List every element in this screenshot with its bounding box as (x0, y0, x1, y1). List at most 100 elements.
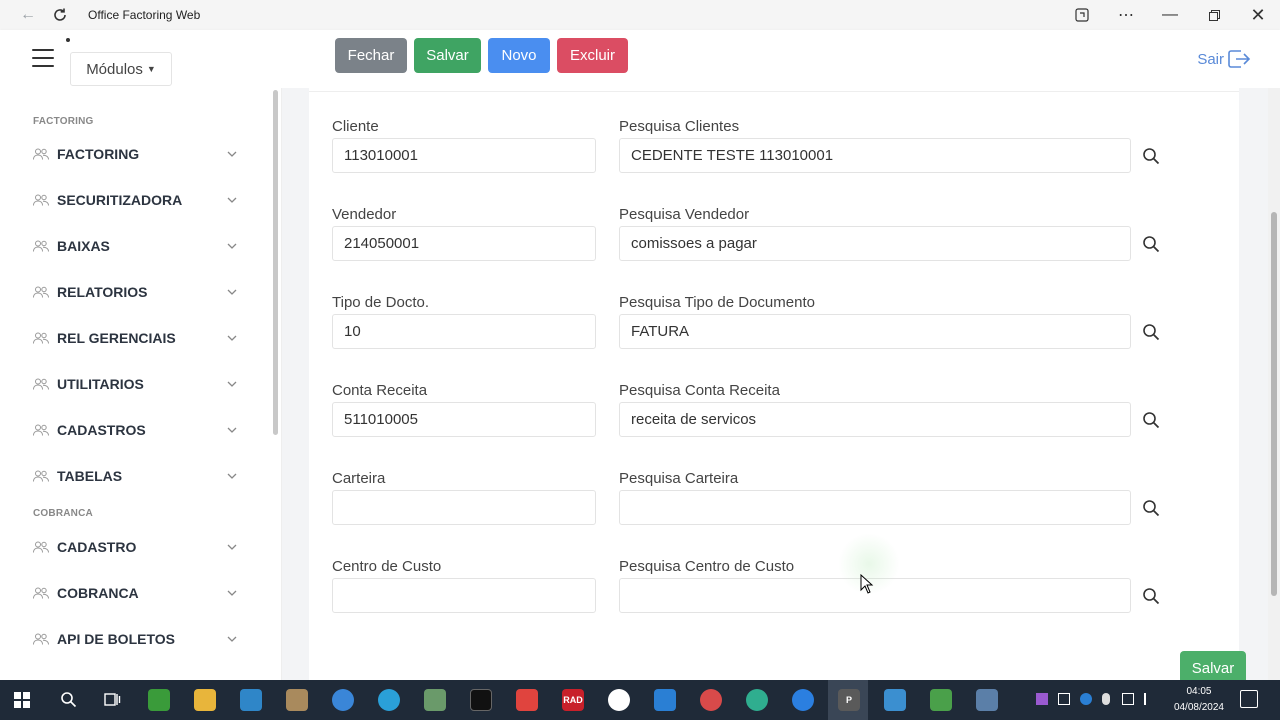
search-field-label: Pesquisa Vendedor (619, 206, 750, 223)
app-available-icon[interactable] (1060, 0, 1104, 30)
search-input[interactable]: CEDENTE TESTE 113010001 (619, 138, 1131, 173)
microphone-icon[interactable] (1102, 693, 1110, 705)
close-icon[interactable]: ✕ (1236, 0, 1280, 30)
code-input[interactable] (332, 578, 596, 613)
chevron-down-icon (227, 473, 237, 479)
search-icon[interactable] (1142, 587, 1160, 605)
volume-icon[interactable] (1144, 693, 1156, 705)
git-app-icon[interactable] (516, 689, 538, 711)
modulos-dropdown[interactable]: Módulos ▼ (70, 52, 172, 86)
remote-app-icon[interactable] (608, 689, 630, 711)
search-icon[interactable] (1142, 411, 1160, 429)
sidebar-item[interactable]: COBRANCA (33, 581, 241, 605)
code-input[interactable] (332, 490, 596, 525)
folder-icon[interactable] (194, 689, 216, 711)
delphi-icon[interactable] (700, 689, 722, 711)
sidebar-item[interactable]: BAIXAS (33, 234, 241, 258)
clock-date: 04/08/2024 (1173, 702, 1224, 713)
excluir-button[interactable]: Excluir (557, 38, 628, 73)
sidebar-item[interactable]: CADASTROS (33, 418, 241, 442)
search-icon[interactable] (1142, 147, 1160, 165)
search-field-label: Pesquisa Carteira (619, 470, 739, 487)
search-field-label: Pesquisa Tipo de Documento (619, 294, 815, 311)
sidebar-item[interactable]: CADASTRO (33, 535, 241, 559)
back-icon[interactable]: ← (12, 0, 44, 30)
field-label: Carteira (332, 470, 386, 487)
sidebar-item[interactable]: API DE BOLETOS (33, 627, 241, 651)
spreadsheet-app-icon[interactable] (148, 689, 170, 711)
active-app-icon[interactable]: P (838, 689, 860, 711)
terminal-icon[interactable] (470, 689, 492, 711)
chevron-down-icon (227, 381, 237, 387)
search-icon[interactable] (60, 691, 77, 708)
users-icon (33, 541, 49, 553)
sidebar-item[interactable]: SECURITIZADORA (33, 188, 241, 212)
salvar-form-button[interactable]: Salvar (1180, 651, 1246, 680)
search-icon[interactable] (1142, 323, 1160, 341)
tray-device-icon[interactable] (1058, 693, 1070, 705)
task-view-icon[interactable] (104, 691, 121, 708)
windows-taskbar: RAD P 04:05 04/08/2024 (0, 680, 1280, 720)
notification-icon[interactable] (1240, 690, 1258, 708)
browser-app-icon[interactable] (332, 689, 354, 711)
windows-start-icon[interactable] (14, 692, 30, 708)
field-label: Cliente (332, 118, 379, 135)
sair-link[interactable]: Sair (1197, 50, 1252, 68)
code-input[interactable]: 10 (332, 314, 596, 349)
code-input[interactable]: 214050001 (332, 226, 596, 261)
rad-studio-icon[interactable]: RAD (562, 689, 584, 711)
chevron-down-icon (227, 544, 237, 550)
network-icon[interactable] (1122, 693, 1134, 705)
calculator-app-icon[interactable] (976, 689, 998, 711)
chevron-down-icon (227, 197, 237, 203)
chevron-down-icon (227, 289, 237, 295)
sidebar-item-label: COBRANCA (57, 585, 139, 601)
network-app-icon[interactable] (240, 689, 262, 711)
sidebar-item-label: CADASTRO (57, 539, 137, 555)
sidebar-item[interactable]: FACTORING (33, 142, 241, 166)
menu-icon[interactable] (32, 49, 54, 67)
search-input[interactable]: comissoes a pagar (619, 226, 1131, 261)
page-scrollbar[interactable] (1268, 88, 1280, 680)
search-icon[interactable] (1142, 235, 1160, 253)
remote-desktop-icon[interactable] (884, 689, 906, 711)
archive-app-icon[interactable] (286, 689, 308, 711)
tree-app-icon[interactable] (930, 689, 952, 711)
minimize-icon[interactable]: — (1148, 0, 1192, 30)
code-input[interactable]: 113010001 (332, 138, 596, 173)
sidebar-item-label: UTILITARIOS (57, 376, 144, 392)
form-card: Cliente 113010001 Pesquisa Clientes CEDENTE… (309, 88, 1246, 680)
users-icon (33, 424, 49, 436)
users-icon (33, 587, 49, 599)
bluetooth-icon[interactable] (1080, 693, 1092, 705)
users-icon (33, 194, 49, 206)
firefox-icon[interactable] (792, 689, 814, 711)
chevron-down-icon (227, 590, 237, 596)
tray-app-icon[interactable] (1036, 693, 1048, 705)
fechar-button[interactable]: Fechar (335, 38, 407, 73)
novo-button[interactable]: Novo (488, 38, 550, 73)
more-options-icon[interactable]: ⋯ (1104, 0, 1148, 30)
edge-icon[interactable] (746, 689, 768, 711)
sidebar-scrollbar[interactable] (273, 90, 278, 435)
telegram-icon[interactable] (378, 689, 400, 711)
search-field-label: Pesquisa Conta Receita (619, 382, 780, 399)
search-input[interactable]: receita de servicos (619, 402, 1131, 437)
salvar-button[interactable]: Salvar (414, 38, 481, 73)
reload-icon[interactable] (44, 0, 76, 30)
sidebar-item[interactable]: UTILITARIOS (33, 372, 241, 396)
search-input[interactable] (619, 490, 1131, 525)
vscode-icon[interactable] (654, 689, 676, 711)
restore-icon[interactable] (1192, 0, 1236, 30)
search-icon[interactable] (1142, 499, 1160, 517)
sidebar-item[interactable]: RELATORIOS (33, 280, 241, 304)
users-icon (33, 240, 49, 252)
code-input[interactable]: 511010005 (332, 402, 596, 437)
system-clock[interactable]: 04:05 04/08/2024 (1174, 684, 1224, 716)
chevron-down-icon (227, 636, 237, 642)
sidebar-item[interactable]: REL GERENCIAIS (33, 326, 241, 350)
sidebar-item[interactable]: TABELAS (33, 464, 241, 488)
search-input[interactable]: FATURA (619, 314, 1131, 349)
image-app-icon[interactable] (424, 689, 446, 711)
app-header: Módulos ▼ Fechar Salvar Novo Excluir Sai… (0, 30, 1280, 88)
